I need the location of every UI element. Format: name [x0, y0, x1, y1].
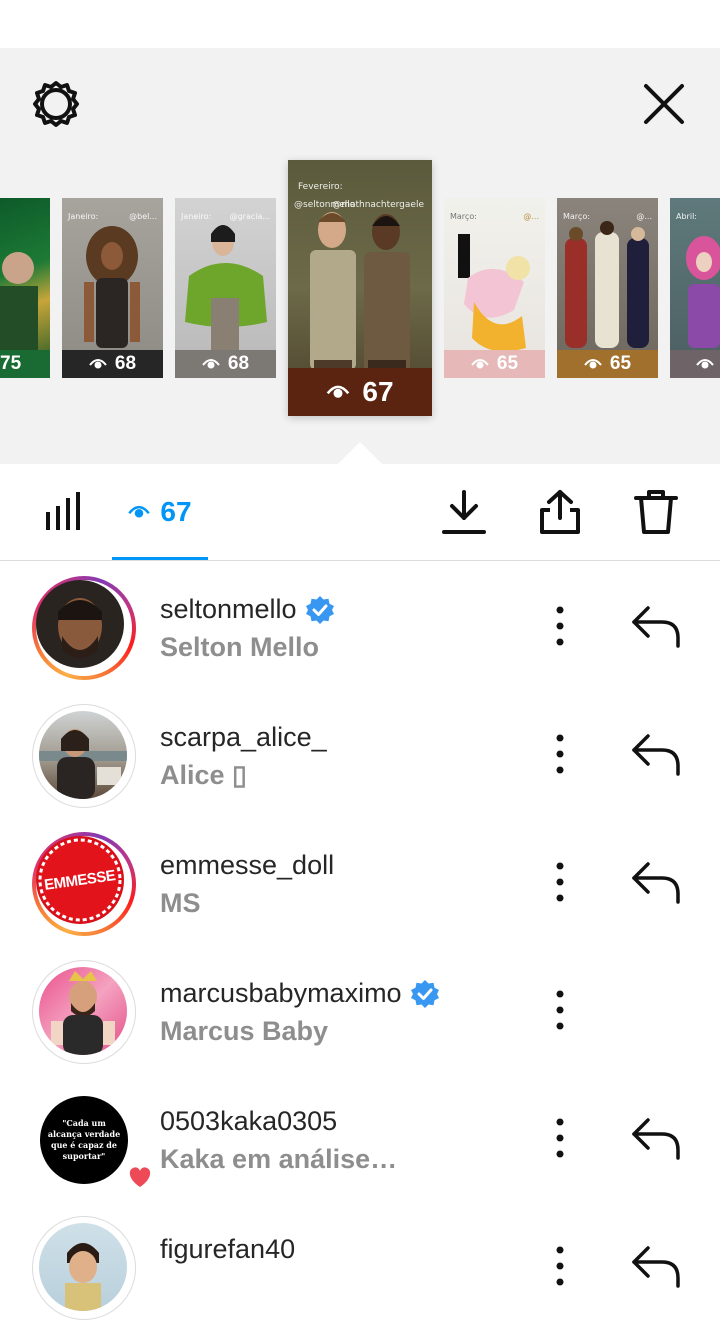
viewer-row[interactable]: figurefan40: [0, 1202, 720, 1330]
username-text: marcusbabymaximo: [160, 978, 402, 1008]
view-count: 65: [496, 353, 519, 374]
viewer-full-name: Marcus Baby: [160, 1016, 329, 1046]
viewer-full-name: Selton Mello: [160, 632, 320, 662]
view-count: 67: [362, 376, 394, 407]
eye-icon: [696, 359, 714, 369]
eye-icon: [89, 359, 107, 369]
viewer-username[interactable]: figurefan40: [160, 1234, 295, 1265]
reply-icon[interactable]: [628, 602, 684, 650]
viewer-full-name: Alice ▯: [160, 760, 247, 790]
story-caption: @...: [636, 212, 652, 221]
more-options-icon[interactable]: [540, 724, 580, 784]
viewer-username[interactable]: marcusbabymaximo: [160, 978, 440, 1009]
download-icon[interactable]: [440, 488, 488, 536]
story-caption: @...: [523, 212, 539, 221]
viewer-username[interactable]: seltonmello: [160, 594, 335, 625]
tab-viewers[interactable]: 67: [112, 464, 208, 560]
story-caption: @mathnachtergaele: [332, 200, 424, 210]
story-caption: Janeiro:: [181, 212, 212, 221]
story-caption: Fevereiro:: [298, 182, 343, 192]
share-icon[interactable]: [536, 488, 584, 536]
story-caption: Janeiro:: [68, 212, 99, 221]
more-options-icon[interactable]: [540, 1108, 580, 1168]
username-text: scarpa_alice_: [160, 722, 327, 752]
eye-icon: [128, 505, 151, 518]
view-count: 65: [609, 353, 632, 374]
username-text: emmesse_doll: [160, 850, 335, 880]
more-options-icon[interactable]: [540, 852, 580, 912]
eye-icon: [584, 359, 602, 369]
avatar[interactable]: "Cada um alcança verdade que é capaz de …: [32, 1088, 160, 1196]
more-options-icon[interactable]: [540, 1236, 580, 1296]
avatar[interactable]: EMMESSE: [32, 832, 136, 936]
story-thumbnail[interactable]: Janeiro: @gracia... 68: [175, 198, 276, 378]
story-caption: Abril:: [676, 212, 697, 221]
selected-story-pointer: [338, 442, 382, 464]
avatar[interactable]: [32, 576, 136, 680]
story-thumbnail[interactable]: Janeiro: @bel... 68: [62, 198, 163, 378]
viewer-username[interactable]: emmesse_doll: [160, 850, 334, 881]
story-tray-area: 75 Janeiro: @bel... 68 Janeiro: @gracia.…: [0, 48, 720, 464]
story-caption: Março:: [450, 212, 477, 221]
viewer-row[interactable]: seltonmello Selton Mello: [0, 562, 720, 690]
avatar[interactable]: [32, 704, 136, 808]
viewer-row[interactable]: marcusbabymaximo Marcus Baby: [0, 946, 720, 1074]
viewer-row[interactable]: EMMESSE emmesse_doll MS: [0, 818, 720, 946]
viewer-username[interactable]: 0503kaka0305: [160, 1106, 337, 1137]
username-text: figurefan40: [160, 1234, 296, 1264]
more-options-icon[interactable]: [540, 980, 580, 1040]
viewer-username[interactable]: scarpa_alice_: [160, 722, 327, 753]
reply-icon[interactable]: [628, 1114, 684, 1162]
viewer-row[interactable]: scarpa_alice_ Alice ▯: [0, 690, 720, 818]
story-thumbnail[interactable]: Abril:: [670, 198, 720, 378]
username-text: 0503kaka0305: [160, 1106, 338, 1136]
story-toolbar: 67: [0, 464, 720, 561]
story-thumbnail[interactable]: Março: @... 65: [444, 198, 545, 378]
eye-icon: [327, 385, 350, 398]
viewer-row[interactable]: "Cada um alcança verdade que é capaz de …: [0, 1074, 720, 1202]
reply-icon[interactable]: [628, 1242, 684, 1290]
status-bar: [0, 0, 720, 48]
close-icon[interactable]: [638, 78, 690, 130]
story-thumbnail-selected[interactable]: Fevereiro: @seltonmello @mathnachtergael…: [288, 160, 432, 416]
reply-icon[interactable]: [628, 858, 684, 906]
reply-icon[interactable]: [628, 730, 684, 778]
viewer-count: 67: [160, 496, 192, 527]
trash-icon[interactable]: [632, 488, 680, 536]
story-caption: @bel...: [129, 212, 157, 221]
verified-badge-icon: [410, 979, 439, 1008]
more-options-icon[interactable]: [540, 596, 580, 656]
story-thumbnail[interactable]: 75: [0, 198, 50, 378]
gear-icon[interactable]: [30, 78, 82, 130]
story-thumbnail[interactable]: Março: @... 65: [557, 198, 658, 378]
eye-icon: [202, 359, 220, 369]
bar-chart-icon[interactable]: [40, 488, 88, 536]
viewer-full-name: MS: [160, 888, 201, 918]
view-count: 68: [114, 353, 137, 374]
avatar-quote-text: "Cada um alcança verdade que é capaz de …: [47, 1118, 121, 1161]
verified-badge-icon: [305, 595, 334, 624]
heart-badge-icon: [120, 1156, 160, 1196]
view-count: 75: [0, 353, 22, 374]
avatar[interactable]: [32, 1216, 136, 1320]
avatar[interactable]: [32, 960, 136, 1064]
viewer-full-name: Kaka em análise…: [160, 1144, 398, 1174]
username-text: seltonmello: [160, 594, 297, 624]
eye-icon: [471, 359, 489, 369]
view-count: 68: [227, 353, 250, 374]
story-caption: @gracia...: [229, 212, 270, 221]
story-caption: Março:: [563, 212, 590, 221]
